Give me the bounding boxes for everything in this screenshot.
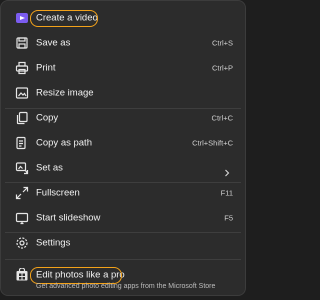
shortcut-text: Ctrl+S xyxy=(211,38,233,48)
menu-item-label: Start slideshow xyxy=(36,212,101,224)
slideshow-icon xyxy=(15,211,29,225)
shortcut-text: Ctrl+Shift+C xyxy=(192,138,233,148)
context-menu: Create a video Save as Ctrl+S Print Ctrl… xyxy=(0,0,246,296)
menu-item-resize-image[interactable]: Resize image xyxy=(5,81,241,105)
promo-subtitle: Get advanced photo editing apps from the… xyxy=(36,283,216,290)
shortcut-text: F11 xyxy=(220,188,233,198)
menu-item-label: Create a video xyxy=(36,12,98,24)
video-editor-icon xyxy=(15,11,29,25)
menu-item-fullscreen[interactable]: Fullscreen F11 xyxy=(5,181,241,205)
shortcut-text: Ctrl+P xyxy=(211,63,233,73)
menu-item-print[interactable]: Print Ctrl+P xyxy=(5,56,241,80)
menu-item-copy-as-path[interactable]: Copy as path Ctrl+Shift+C xyxy=(5,131,241,155)
menu-divider xyxy=(5,259,241,260)
copy-path-icon xyxy=(15,136,29,150)
set-as-icon xyxy=(15,161,29,175)
menu-item-label: Resize image xyxy=(36,87,94,99)
menu-item-set-as[interactable]: Set as xyxy=(5,156,241,180)
copy-icon xyxy=(15,111,29,125)
menu-item-label: Save as xyxy=(36,37,71,49)
shortcut-text: F5 xyxy=(224,213,233,223)
menu-item-label: Fullscreen xyxy=(36,187,80,199)
menu-item-label: Settings xyxy=(36,237,71,249)
fullscreen-icon xyxy=(15,186,29,200)
menu-item-start-slideshow[interactable]: Start slideshow F5 xyxy=(5,206,241,230)
menu-item-label: Print xyxy=(36,62,56,74)
menu-item-label: Edit photos like a pro xyxy=(36,269,125,281)
shortcut-text: Ctrl+C xyxy=(211,113,233,123)
resize-image-icon xyxy=(15,86,29,100)
chevron-right-icon xyxy=(223,164,231,177)
menu-item-label: Copy as path xyxy=(36,137,92,149)
store-icon xyxy=(15,268,29,282)
print-icon xyxy=(15,61,29,75)
menu-item-create-video[interactable]: Create a video xyxy=(5,6,241,30)
save-as-icon xyxy=(15,36,29,50)
menu-item-copy[interactable]: Copy Ctrl+C xyxy=(5,106,241,130)
gear-icon xyxy=(15,236,29,250)
menu-item-label: Copy xyxy=(36,112,59,124)
menu-item-save-as[interactable]: Save as Ctrl+S xyxy=(5,31,241,55)
menu-item-label: Set as xyxy=(36,162,63,174)
menu-item-settings[interactable]: Settings xyxy=(5,231,241,255)
